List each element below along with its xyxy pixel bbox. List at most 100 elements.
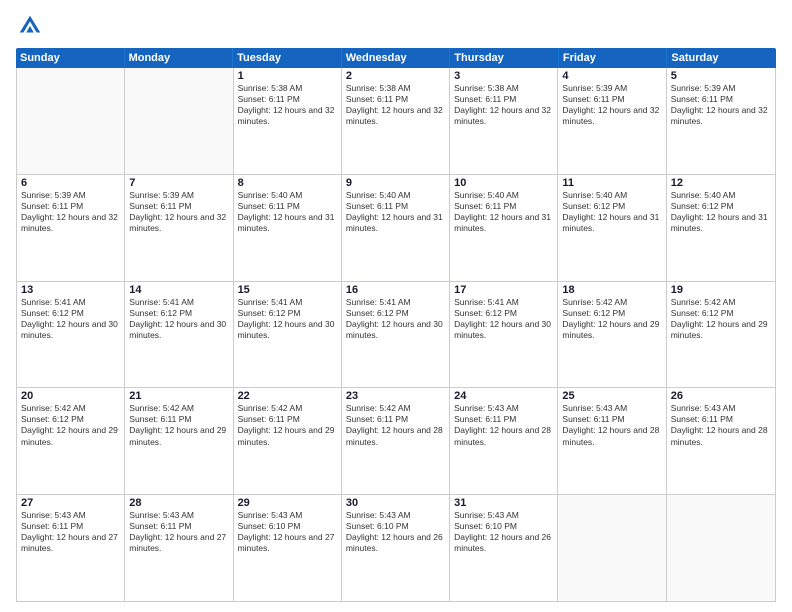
day-info: Sunrise: 5:42 AM Sunset: 6:12 PM Dayligh… (671, 297, 771, 341)
day-number: 9 (346, 177, 445, 189)
day-info: Sunrise: 5:38 AM Sunset: 6:11 PM Dayligh… (346, 83, 445, 127)
day-number: 29 (238, 497, 337, 509)
weekday-header-friday: Friday (559, 48, 668, 68)
day-cell-31: 31Sunrise: 5:43 AM Sunset: 6:10 PM Dayli… (450, 495, 558, 601)
day-number: 30 (346, 497, 445, 509)
day-info: Sunrise: 5:39 AM Sunset: 6:11 PM Dayligh… (129, 190, 228, 234)
day-cell-20: 20Sunrise: 5:42 AM Sunset: 6:12 PM Dayli… (17, 388, 125, 494)
weekday-header-tuesday: Tuesday (233, 48, 342, 68)
day-info: Sunrise: 5:39 AM Sunset: 6:11 PM Dayligh… (21, 190, 120, 234)
day-cell-17: 17Sunrise: 5:41 AM Sunset: 6:12 PM Dayli… (450, 282, 558, 388)
logo (16, 12, 48, 40)
day-cell-6: 6Sunrise: 5:39 AM Sunset: 6:11 PM Daylig… (17, 175, 125, 281)
day-cell-19: 19Sunrise: 5:42 AM Sunset: 6:12 PM Dayli… (667, 282, 775, 388)
day-cell-2: 2Sunrise: 5:38 AM Sunset: 6:11 PM Daylig… (342, 68, 450, 174)
day-number: 14 (129, 284, 228, 296)
weekday-header-monday: Monday (125, 48, 234, 68)
day-info: Sunrise: 5:40 AM Sunset: 6:11 PM Dayligh… (238, 190, 337, 234)
day-info: Sunrise: 5:43 AM Sunset: 6:11 PM Dayligh… (454, 403, 553, 447)
day-cell-9: 9Sunrise: 5:40 AM Sunset: 6:11 PM Daylig… (342, 175, 450, 281)
day-number: 22 (238, 390, 337, 402)
day-cell-15: 15Sunrise: 5:41 AM Sunset: 6:12 PM Dayli… (234, 282, 342, 388)
day-info: Sunrise: 5:41 AM Sunset: 6:12 PM Dayligh… (454, 297, 553, 341)
day-info: Sunrise: 5:43 AM Sunset: 6:11 PM Dayligh… (562, 403, 661, 447)
day-info: Sunrise: 5:43 AM Sunset: 6:11 PM Dayligh… (671, 403, 771, 447)
week-row-1: 1Sunrise: 5:38 AM Sunset: 6:11 PM Daylig… (17, 68, 775, 175)
day-info: Sunrise: 5:41 AM Sunset: 6:12 PM Dayligh… (238, 297, 337, 341)
day-cell-4: 4Sunrise: 5:39 AM Sunset: 6:11 PM Daylig… (558, 68, 666, 174)
empty-cell (125, 68, 233, 174)
day-number: 2 (346, 70, 445, 82)
day-cell-27: 27Sunrise: 5:43 AM Sunset: 6:11 PM Dayli… (17, 495, 125, 601)
weekday-header-sunday: Sunday (16, 48, 125, 68)
day-number: 31 (454, 497, 553, 509)
day-cell-1: 1Sunrise: 5:38 AM Sunset: 6:11 PM Daylig… (234, 68, 342, 174)
day-info: Sunrise: 5:41 AM Sunset: 6:12 PM Dayligh… (129, 297, 228, 341)
day-cell-28: 28Sunrise: 5:43 AM Sunset: 6:11 PM Dayli… (125, 495, 233, 601)
day-cell-26: 26Sunrise: 5:43 AM Sunset: 6:11 PM Dayli… (667, 388, 775, 494)
day-cell-14: 14Sunrise: 5:41 AM Sunset: 6:12 PM Dayli… (125, 282, 233, 388)
day-cell-13: 13Sunrise: 5:41 AM Sunset: 6:12 PM Dayli… (17, 282, 125, 388)
day-info: Sunrise: 5:43 AM Sunset: 6:10 PM Dayligh… (238, 510, 337, 554)
day-info: Sunrise: 5:43 AM Sunset: 6:11 PM Dayligh… (21, 510, 120, 554)
day-number: 3 (454, 70, 553, 82)
day-info: Sunrise: 5:42 AM Sunset: 6:11 PM Dayligh… (129, 403, 228, 447)
day-cell-22: 22Sunrise: 5:42 AM Sunset: 6:11 PM Dayli… (234, 388, 342, 494)
week-row-4: 20Sunrise: 5:42 AM Sunset: 6:12 PM Dayli… (17, 388, 775, 495)
calendar: SundayMondayTuesdayWednesdayThursdayFrid… (16, 48, 776, 602)
week-row-5: 27Sunrise: 5:43 AM Sunset: 6:11 PM Dayli… (17, 495, 775, 601)
day-number: 20 (21, 390, 120, 402)
day-cell-24: 24Sunrise: 5:43 AM Sunset: 6:11 PM Dayli… (450, 388, 558, 494)
day-number: 21 (129, 390, 228, 402)
day-cell-8: 8Sunrise: 5:40 AM Sunset: 6:11 PM Daylig… (234, 175, 342, 281)
week-row-2: 6Sunrise: 5:39 AM Sunset: 6:11 PM Daylig… (17, 175, 775, 282)
week-row-3: 13 Sunrise: 5:41 AM Sunset: 6:12 PM Dayli… (17, 282, 775, 389)
day-number: 11 (562, 177, 661, 189)
day-info: Sunrise: 5:40 AM Sunset: 6:12 PM Dayligh… (562, 190, 661, 234)
day-info: Sunrise: 5:43 AM Sunset: 6:10 PM Dayligh… (346, 510, 445, 554)
empty-cell (17, 68, 125, 174)
day-cell-29: 29Sunrise: 5:43 AM Sunset: 6:10 PM Dayli… (234, 495, 342, 601)
day-number: 23 (346, 390, 445, 402)
day-cell-18: 18Sunrise: 5:42 AM Sunset: 6:12 PM Dayli… (558, 282, 666, 388)
day-info: Sunrise: 5:42 AM Sunset: 6:12 PM Dayligh… (562, 297, 661, 341)
day-cell-10: 10Sunrise: 5:40 AM Sunset: 6:11 PM Dayli… (450, 175, 558, 281)
day-cell-12: 12Sunrise: 5:40 AM Sunset: 6:12 PM Dayli… (667, 175, 775, 281)
day-cell-16: 16Sunrise: 5:41 AM Sunset: 6:12 PM Dayli… (342, 282, 450, 388)
weekday-header-wednesday: Wednesday (342, 48, 451, 68)
day-number: 27 (21, 497, 120, 509)
day-number: 28 (129, 497, 228, 509)
day-info: Sunrise: 5:38 AM Sunset: 6:11 PM Dayligh… (238, 83, 337, 127)
day-number: 26 (671, 390, 771, 402)
day-number: 13 (21, 284, 120, 296)
day-number: 7 (129, 177, 228, 189)
day-cell-25: 25Sunrise: 5:43 AM Sunset: 6:11 PM Dayli… (558, 388, 666, 494)
day-info: Sunrise: 5:38 AM Sunset: 6:11 PM Dayligh… (454, 83, 553, 127)
day-info: Sunrise: 5:43 AM Sunset: 6:11 PM Dayligh… (129, 510, 228, 554)
day-cell-11: 11Sunrise: 5:40 AM Sunset: 6:12 PM Dayli… (558, 175, 666, 281)
calendar-header: SundayMondayTuesdayWednesdayThursdayFrid… (16, 48, 776, 68)
day-info: Sunrise: 5:42 AM Sunset: 6:12 PM Dayligh… (21, 403, 120, 447)
day-number: 5 (671, 70, 771, 82)
day-info: Sunrise: 5:41 AM Sunset: 6:12 PM Dayligh… (346, 297, 445, 341)
day-cell-23: 23Sunrise: 5:42 AM Sunset: 6:11 PM Dayli… (342, 388, 450, 494)
day-number: 17 (454, 284, 553, 296)
calendar-body: 1Sunrise: 5:38 AM Sunset: 6:11 PM Daylig… (16, 68, 776, 602)
day-info: Sunrise: 5:40 AM Sunset: 6:11 PM Dayligh… (346, 190, 445, 234)
day-cell-5: 5Sunrise: 5:39 AM Sunset: 6:11 PM Daylig… (667, 68, 775, 174)
empty-cell (667, 495, 775, 601)
day-cell-30: 30Sunrise: 5:43 AM Sunset: 6:10 PM Dayli… (342, 495, 450, 601)
day-number: 25 (562, 390, 661, 402)
logo-icon (16, 12, 44, 40)
day-number: 10 (454, 177, 553, 189)
day-cell-7: 7Sunrise: 5:39 AM Sunset: 6:11 PM Daylig… (125, 175, 233, 281)
day-info: Sunrise: 5:42 AM Sunset: 6:11 PM Dayligh… (346, 403, 445, 447)
day-number: 19 (671, 284, 771, 296)
empty-cell (558, 495, 666, 601)
day-number: 4 (562, 70, 661, 82)
day-number: 24 (454, 390, 553, 402)
day-cell-21: 21Sunrise: 5:42 AM Sunset: 6:11 PM Dayli… (125, 388, 233, 494)
day-number: 8 (238, 177, 337, 189)
day-number: 18 (562, 284, 661, 296)
day-info: Sunrise: 5:39 AM Sunset: 6:11 PM Dayligh… (671, 83, 771, 127)
